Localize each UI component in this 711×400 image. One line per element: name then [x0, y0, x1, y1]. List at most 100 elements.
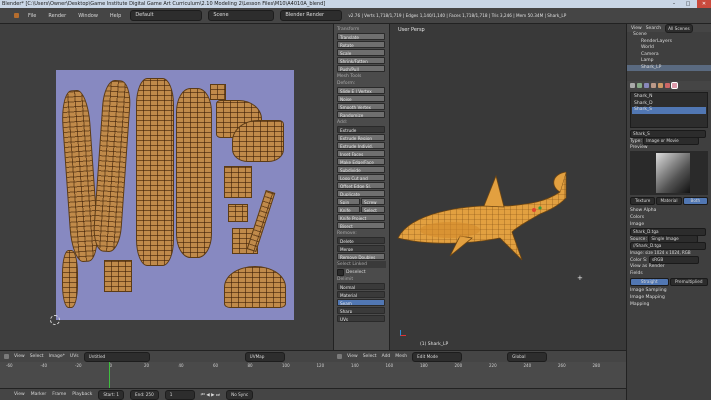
tl-menu-marker[interactable]: Marker — [31, 392, 47, 397]
delimit-uvs[interactable]: UVs — [337, 315, 385, 322]
scale-button[interactable]: Scale — [337, 49, 385, 56]
3d-cursor-icon[interactable]: + — [577, 274, 583, 282]
uv-menu-uvs[interactable]: UVs — [70, 354, 79, 359]
inset-faces-button[interactable]: Inset Faces — [337, 150, 385, 157]
modifier-tab-icon[interactable] — [658, 83, 663, 88]
tl-menu-view[interactable]: View — [14, 392, 25, 397]
rotate-button[interactable]: Rotate — [337, 41, 385, 48]
knife-button[interactable]: Knife — [337, 206, 360, 213]
outliner-tab-search[interactable]: Search — [646, 26, 661, 31]
translate-button[interactable]: Translate — [337, 33, 385, 40]
uv-island[interactable] — [246, 189, 276, 253]
mesh-tools-header[interactable]: Mesh Tools — [337, 73, 386, 80]
3d-viewport[interactable]: User Persp + (1) Shark_LP — [390, 24, 626, 350]
preview-tab-texture[interactable]: Texture — [630, 197, 656, 205]
texture-slot-list[interactable]: Shark_N Shark_D Shark_S — [630, 92, 708, 128]
image-header[interactable]: Image — [627, 221, 711, 228]
alpha-premultiplied[interactable]: Premultiplied — [669, 278, 708, 286]
knife-select-button[interactable]: Select — [361, 206, 385, 213]
delimit-seam[interactable]: Seam — [337, 299, 385, 306]
duplicate-button[interactable]: Duplicate — [337, 190, 385, 197]
alpha-straight[interactable]: Straight — [630, 278, 669, 286]
maximize-icon[interactable]: □ — [681, 0, 695, 8]
smooth-vertex-button[interactable]: Smooth Vertex — [337, 103, 385, 110]
transform-header[interactable]: Transform — [337, 26, 386, 33]
current-frame-field[interactable]: 1 — [164, 389, 195, 400]
outliner-tab-view[interactable]: View — [631, 26, 642, 31]
orientation-dropdown[interactable]: Global — [507, 351, 548, 362]
world-tab-icon[interactable] — [644, 83, 649, 88]
make-edge-face-button[interactable]: Make Edge/Face — [337, 158, 385, 165]
loop-cut-button[interactable]: Loop Cut and — [337, 174, 385, 181]
knife-project-button[interactable]: Knife Project — [337, 214, 385, 221]
delimit-normal[interactable]: Normal — [337, 283, 385, 290]
show-alpha-checkbox[interactable]: Show Alpha — [627, 207, 711, 214]
uv-menu-image[interactable]: Image* — [49, 354, 65, 359]
fields-checkbox[interactable]: Fields — [627, 270, 711, 277]
view-as-render-checkbox[interactable]: View as Render — [627, 263, 711, 270]
vp-menu-view[interactable]: View — [347, 354, 358, 359]
vp-menu-select[interactable]: Select — [363, 354, 377, 359]
uv-island[interactable] — [104, 260, 132, 292]
uv-island[interactable] — [228, 204, 248, 222]
screw-button[interactable]: Screw — [361, 198, 385, 205]
randomize-button[interactable]: Randomize — [337, 111, 385, 118]
uv-menu-view[interactable]: View — [14, 354, 25, 359]
menu-file[interactable]: File — [25, 13, 39, 19]
image-browse-dropdown[interactable]: Untitled — [83, 351, 150, 362]
delimit-sharp[interactable]: Sharp — [337, 307, 385, 314]
delimit-material[interactable]: Material — [337, 291, 385, 298]
outliner-scope-dropdown[interactable]: All Scenes — [665, 23, 693, 33]
delete-dropdown[interactable]: Delete — [337, 237, 385, 244]
timeline[interactable]: -60 -40 -20 0 20 40 60 80 100 120 140 160 180 200 220 2… — [0, 362, 626, 388]
sync-dropdown[interactable]: No Sync — [226, 389, 254, 400]
uv-island[interactable] — [224, 166, 252, 198]
menu-window[interactable]: Window — [75, 13, 101, 19]
texture-slot-selected[interactable]: Shark_S — [632, 107, 706, 114]
uv-canvas[interactable] — [56, 70, 294, 320]
uv-island[interactable] — [92, 79, 132, 253]
select-linked-header[interactable]: Select Linked — [337, 261, 386, 268]
extrude-button[interactable]: Extrude — [337, 126, 385, 133]
playback-controls-icon[interactable]: ⏮ ◀ ▶ ⏭ — [201, 392, 220, 398]
uv-island[interactable] — [176, 88, 212, 258]
editor-type-icon[interactable] — [14, 13, 19, 18]
render-engine-dropdown[interactable]: Blender Render — [280, 10, 343, 21]
minimize-icon[interactable]: – — [667, 0, 681, 8]
layout-dropdown[interactable]: Default — [130, 10, 203, 21]
2d-cursor-icon[interactable] — [50, 315, 60, 325]
spin-button[interactable]: Spin — [337, 198, 360, 205]
menu-render[interactable]: Render — [45, 13, 69, 19]
render-tab-icon[interactable] — [630, 83, 635, 88]
noise-button[interactable]: Noise — [337, 95, 385, 102]
menu-help[interactable]: Help — [107, 13, 124, 19]
bisect-button[interactable]: Bisect — [337, 222, 385, 229]
image-mapping-header[interactable]: Image Mapping — [627, 294, 711, 301]
type-dropdown[interactable]: Image or Movie — [643, 137, 700, 145]
shrink-fatten-button[interactable]: Shrink/Fatten — [337, 57, 385, 64]
uv-island[interactable] — [224, 266, 286, 308]
scene-tab-icon[interactable] — [637, 83, 642, 88]
tl-menu-frame[interactable]: Frame — [52, 392, 66, 397]
editor-type-icon[interactable] — [4, 354, 9, 359]
start-frame-field[interactable]: Start: 1 — [98, 389, 125, 400]
material-tab-icon[interactable] — [665, 83, 670, 88]
uv-menu-select[interactable]: Select — [30, 354, 44, 359]
mode-dropdown[interactable]: Edit Mode — [412, 351, 463, 362]
texture-tab-icon[interactable] — [671, 82, 678, 89]
outliner-item-shark-lp[interactable]: Shark_LP — [627, 64, 711, 71]
image-sampling-header[interactable]: Image Sampling — [627, 287, 711, 294]
offset-edge-slide-button[interactable]: Offset Edge Sl. — [337, 182, 385, 189]
shark-mesh[interactable] — [390, 24, 626, 350]
end-frame-field[interactable]: End: 250 — [130, 389, 159, 400]
vp-menu-add[interactable]: Add — [382, 354, 391, 359]
tl-menu-playback[interactable]: Playback — [72, 392, 92, 397]
uv-island[interactable] — [62, 250, 78, 308]
extrude-individual-button[interactable]: Extrude Individ. — [337, 142, 385, 149]
mapping-header[interactable]: Mapping — [627, 301, 711, 308]
slide-button[interactable]: Slide E | Vertex — [337, 87, 385, 94]
merge-dropdown[interactable]: Merge — [337, 245, 385, 252]
vp-menu-mesh[interactable]: Mesh — [395, 354, 407, 359]
preview-header[interactable]: Preview — [627, 144, 711, 151]
editor-type-icon[interactable] — [337, 354, 342, 359]
